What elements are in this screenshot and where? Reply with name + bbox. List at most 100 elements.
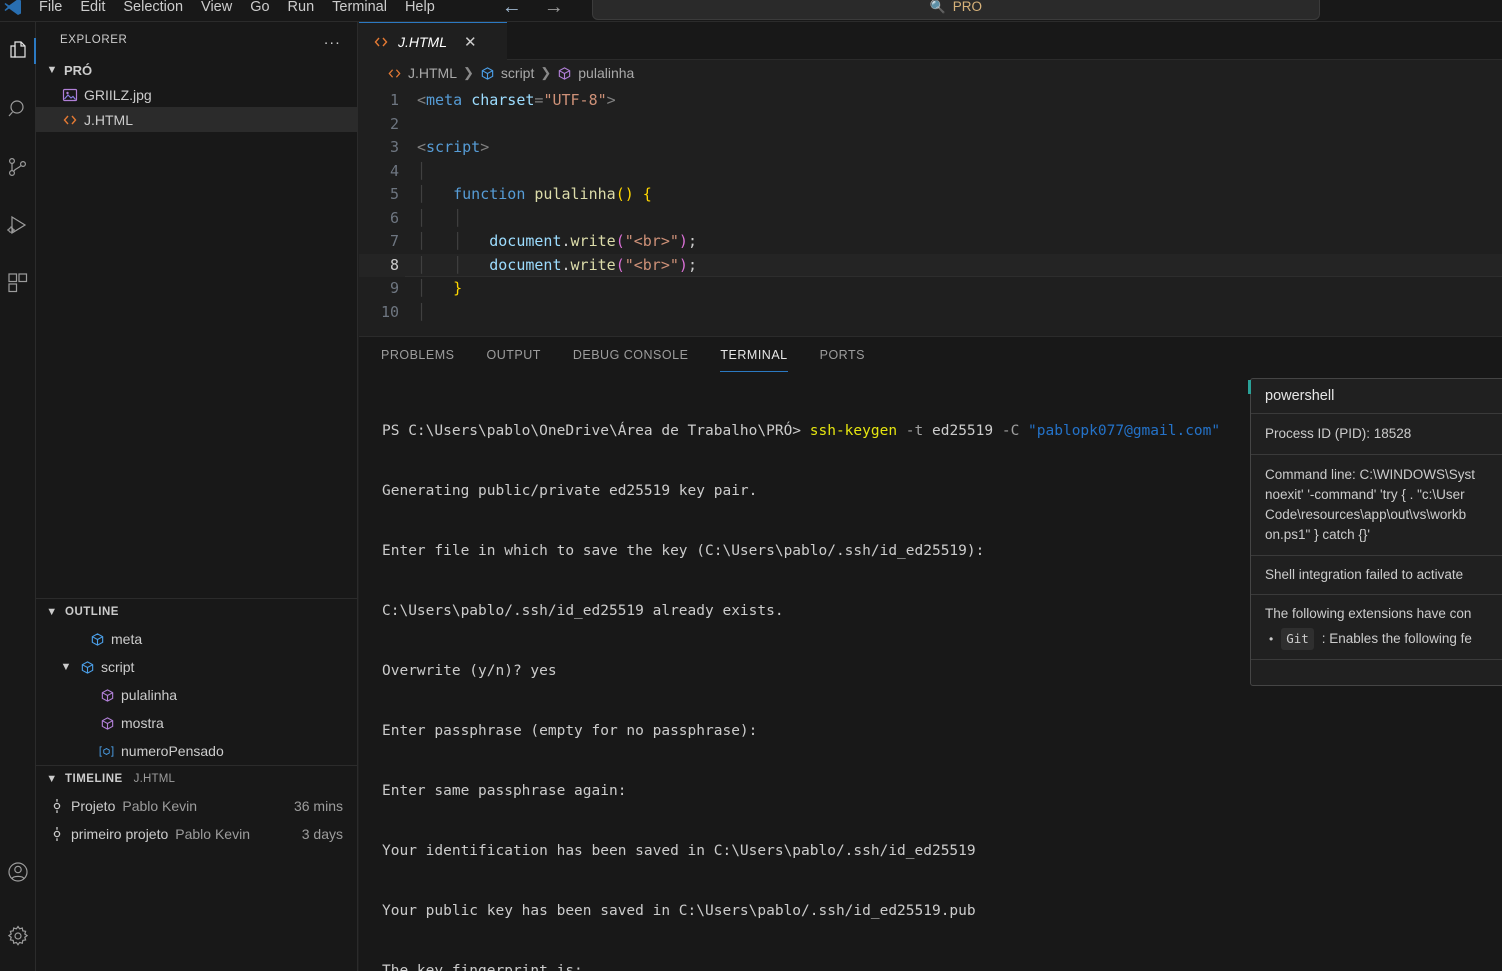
vscode-logo-icon [2, 0, 24, 18]
sidebar: EXPLORER ... ▼ PRÓ GRIILZ.jpg J.HTML ▼ O… [36, 22, 358, 971]
panel-tabs: PROBLEMS OUTPUT DEBUG CONSOLE TERMINAL P… [359, 337, 1502, 372]
timeline-entry[interactable]: Projeto Pablo Kevin 36 mins [36, 792, 357, 820]
menu-item-edit[interactable]: Edit [71, 0, 114, 18]
html-file-icon [387, 66, 402, 81]
code-line-text: │ function pulalinha() { [417, 185, 652, 203]
more-actions-icon[interactable]: ... [324, 32, 341, 47]
line-number: 4 [389, 161, 399, 180]
html-file-icon [62, 112, 78, 128]
terminal-line: Enter same passphrase again: [382, 783, 627, 799]
code-line-text: │ } [417, 279, 463, 297]
navigation-arrows: ← → [502, 0, 564, 17]
file-tree: ▼ PRÓ GRIILZ.jpg J.HTML [36, 58, 357, 598]
outline-item-label: meta [111, 631, 143, 647]
popup-title: powershell [1265, 388, 1335, 404]
outline-item-meta[interactable]: meta [36, 625, 357, 653]
terminal-flag: -C [993, 423, 1020, 439]
tab-output[interactable]: OUTPUT [486, 337, 540, 372]
tab-terminal[interactable]: TERMINAL [720, 337, 788, 372]
go-forward-icon[interactable]: → [544, 0, 564, 17]
tab-debug-console[interactable]: DEBUG CONSOLE [573, 337, 689, 372]
sidebar-header: EXPLORER ... [36, 22, 357, 58]
sidebar-title: EXPLORER [60, 34, 128, 46]
line-number: 6 [389, 208, 399, 227]
code-line-6: 6 │ │ [359, 207, 1502, 231]
chevron-down-icon: ▼ [46, 773, 58, 785]
editor-tab-label: J.HTML [398, 33, 447, 50]
menu-item-view[interactable]: View [192, 0, 241, 18]
menu-item-go[interactable]: Go [241, 0, 278, 18]
timeline-entry[interactable]: primeiro projeto Pablo Kevin 3 days [36, 820, 357, 848]
popup-cmd-line-1: Command line: C:\WINDOWS\Syst [1265, 467, 1476, 482]
popup-extension-item: • Git : Enables the following fe [1265, 628, 1495, 650]
activity-manage-gear[interactable] [0, 901, 36, 971]
outline-item-script[interactable]: ▼ script [36, 653, 357, 681]
timeline-entry-label: primeiro projeto [71, 826, 169, 842]
activity-explorer[interactable] [0, 22, 36, 80]
menu-bar[interactable]: File Edit Selection View Go Run Terminal… [30, 0, 444, 18]
terminal-flag: -t [897, 423, 924, 439]
breadcrumb-item-file[interactable]: J.HTML [408, 65, 457, 81]
popup-extension-desc: : Enables the following fe [1321, 631, 1472, 646]
line-number: 5 [389, 185, 399, 203]
popup-shell-integration: Shell integration failed to activate [1251, 555, 1502, 594]
timeline-title: TIMELINE [65, 773, 123, 785]
breadcrumb-separator-icon: ❯ [463, 65, 474, 80]
breadcrumb-item-script[interactable]: script [501, 65, 534, 81]
activity-source-control[interactable] [0, 138, 36, 196]
go-back-icon[interactable]: ← [502, 0, 522, 17]
outline-item-pulalinha[interactable]: pulalinha [36, 681, 357, 709]
popup-cmd-line-2: noexit' '-command' 'try { . "c:\User [1265, 487, 1465, 502]
line-number: 2 [389, 114, 399, 133]
menu-item-terminal[interactable]: Terminal [323, 0, 396, 18]
symbol-field-icon [80, 660, 95, 675]
editor-tab-jhtml[interactable]: J.HTML ✕ [359, 22, 507, 60]
activity-search[interactable] [0, 80, 36, 138]
code-line-4: 4 │ [359, 160, 1502, 184]
activity-run-debug[interactable] [0, 196, 36, 254]
code-editor[interactable]: 1 <meta charset="UTF-8"> 2 3 <script> 4 … [359, 86, 1502, 324]
terminal-arg-email: "pablopk077@gmail.com" [1019, 423, 1221, 439]
editor-area: J.HTML ✕ J.HTML ❯ script ❯ pulalinha 1 <… [359, 22, 1502, 336]
activity-extensions[interactable] [0, 254, 36, 312]
command-center[interactable]: 🔍 PRO [591, 0, 1320, 20]
menu-item-selection[interactable]: Selection [114, 0, 192, 18]
commit-icon [50, 826, 64, 842]
code-line-2: 2 [359, 113, 1502, 137]
terminal-command-name: ssh-keygen [809, 423, 898, 439]
symbol-variable-icon [98, 744, 115, 759]
timeline-section: ▼ TIMELINE J.HTML Projeto Pablo Kevin 36… [36, 765, 357, 848]
code-line-text: │ [417, 302, 427, 321]
outline-item-label: script [101, 659, 135, 675]
timeline-subtitle: J.HTML [133, 773, 176, 785]
outline-item-numeropensado[interactable]: numeroPensado [36, 737, 357, 765]
popup-extension-name: Git [1281, 628, 1314, 650]
activity-accounts[interactable] [0, 843, 36, 901]
symbol-field-icon [480, 66, 495, 81]
popup-command-line: Command line: C:\WINDOWS\Syst noexit' '-… [1251, 454, 1502, 555]
menu-item-run[interactable]: Run [279, 0, 324, 18]
outline-header[interactable]: ▼ OUTLINE [36, 599, 357, 625]
tab-problems[interactable]: PROBLEMS [381, 337, 454, 372]
outline-section: ▼ OUTLINE meta ▼ script pulalinha mostra… [36, 598, 357, 765]
code-line-7: 7 │ │ document.write("<br>"); [359, 230, 1502, 254]
outline-item-mostra[interactable]: mostra [36, 709, 357, 737]
symbol-method-icon [100, 716, 115, 731]
close-icon[interactable]: ✕ [464, 33, 477, 51]
file-item-griilz[interactable]: GRIILZ.jpg [36, 82, 357, 107]
code-line-text: │ │ document.write("<br>"); [417, 232, 697, 250]
timeline-header[interactable]: ▼ TIMELINE J.HTML [36, 766, 357, 792]
folder-root-pro[interactable]: ▼ PRÓ [36, 58, 357, 82]
commit-icon [50, 798, 64, 814]
line-number: 7 [389, 232, 399, 250]
editor-tabs: J.HTML ✕ [359, 22, 1502, 60]
code-line-5: 5 │ function pulalinha() { [359, 183, 1502, 207]
breadcrumb-item-function[interactable]: pulalinha [578, 65, 634, 81]
menu-item-file[interactable]: File [30, 0, 71, 18]
title-bar: File Edit Selection View Go Run Terminal… [0, 0, 1502, 22]
tab-ports[interactable]: PORTS [820, 337, 865, 372]
chevron-down-icon[interactable]: ▼ [58, 661, 74, 673]
file-item-jhtml[interactable]: J.HTML [36, 107, 357, 132]
menu-item-help[interactable]: Help [396, 0, 444, 18]
code-line-1: 1 <meta charset="UTF-8"> [359, 89, 1502, 113]
